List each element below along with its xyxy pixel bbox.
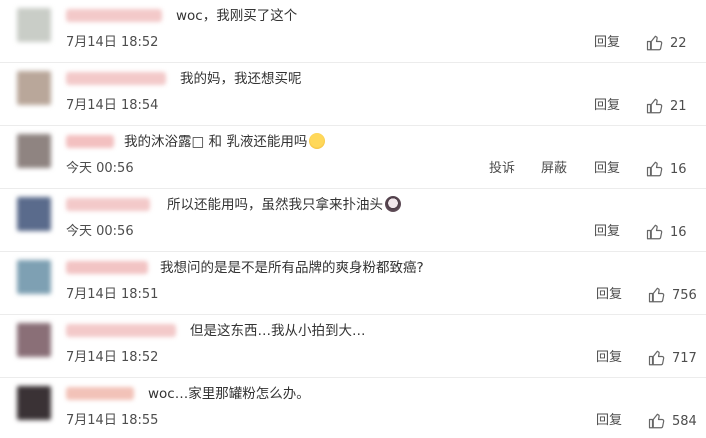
comment-item: 所以还能用吗，虽然我只拿来扑油头 今天 00:56 回复 16 xyxy=(0,189,706,252)
reply-button[interactable]: 回复 xyxy=(594,97,620,115)
like-button[interactable]: 584 xyxy=(648,410,697,432)
like-button[interactable]: 16 xyxy=(646,158,687,180)
comment-time: 7月14日 18:52 xyxy=(66,350,159,365)
reply-button[interactable]: 回复 xyxy=(594,223,620,241)
username[interactable] xyxy=(66,261,148,274)
comment-text-content: 我的沐浴露□ 和 乳液还能用吗 xyxy=(124,134,308,150)
avatar[interactable] xyxy=(17,8,51,42)
comment-item: 我的妈，我还想买呢 7月14日 18:54 回复 21 xyxy=(0,63,706,126)
thumbs-up-icon xyxy=(646,161,663,177)
avatar[interactable] xyxy=(17,134,51,168)
like-button[interactable]: 717 xyxy=(648,347,697,369)
comment-time: 7月14日 18:52 xyxy=(66,35,159,50)
reply-button[interactable]: 回复 xyxy=(594,160,620,178)
avatar[interactable] xyxy=(17,197,51,231)
reply-button[interactable]: 回复 xyxy=(594,34,620,52)
avatar[interactable] xyxy=(17,386,51,420)
thumbs-up-icon xyxy=(646,35,663,51)
comment-time: 今天 00:56 xyxy=(66,161,134,176)
comment-time: 7月14日 18:55 xyxy=(66,413,159,428)
comment-item: 我想问的是是不是所有品牌的爽身粉都致癌? 7月14日 18:51 回复 756 xyxy=(0,252,706,315)
username[interactable] xyxy=(66,72,166,85)
username[interactable] xyxy=(66,324,176,337)
like-count: 16 xyxy=(670,161,687,177)
comment-text: 我的沐浴露□ 和 乳液还能用吗 xyxy=(124,132,326,152)
comment-text: 所以还能用吗，虽然我只拿来扑油头 xyxy=(167,195,401,215)
like-count: 584 xyxy=(672,413,697,429)
like-button[interactable]: 16 xyxy=(646,221,687,243)
like-count: 16 xyxy=(670,224,687,240)
comment-text: 我的妈，我还想买呢 xyxy=(180,71,302,87)
reply-button[interactable]: 回复 xyxy=(596,286,622,304)
comment-time: 7月14日 18:54 xyxy=(66,98,159,113)
like-count: 22 xyxy=(670,35,687,51)
comment-item: 我的沐浴露□ 和 乳液还能用吗 今天 00:56 投诉 屏蔽 回复 16 xyxy=(0,126,706,189)
username[interactable] xyxy=(66,387,134,400)
comment-text: woc，我刚买了这个 xyxy=(176,8,298,24)
crying-face-emoji xyxy=(385,196,401,212)
comment-item: woc，我刚买了这个 7月14日 18:52 回复 22 xyxy=(0,0,706,63)
comment-text-content: 所以还能用吗，虽然我只拿来扑油头 xyxy=(167,197,383,213)
sweat-smile-emoji xyxy=(309,133,326,149)
reply-button[interactable]: 回复 xyxy=(596,412,622,430)
like-button[interactable]: 756 xyxy=(648,284,697,306)
like-button[interactable]: 22 xyxy=(646,32,687,54)
like-button[interactable]: 21 xyxy=(646,95,687,117)
comment-time: 7月14日 18:51 xyxy=(66,287,159,302)
reply-button[interactable]: 回复 xyxy=(596,349,622,367)
avatar[interactable] xyxy=(17,260,51,294)
report-button[interactable]: 投诉 xyxy=(489,160,515,178)
comment-item: 但是这东西…我从小拍到大… 7月14日 18:52 回复 717 xyxy=(0,315,706,378)
comment-item: woc…家里那罐粉怎么办。 7月14日 18:55 回复 584 xyxy=(0,378,706,438)
block-button[interactable]: 屏蔽 xyxy=(541,160,567,178)
thumbs-up-icon xyxy=(648,413,665,429)
comment-text: 但是这东西…我从小拍到大… xyxy=(190,323,366,339)
comment-text: woc…家里那罐粉怎么办。 xyxy=(148,386,310,402)
avatar[interactable] xyxy=(17,323,51,357)
like-count: 21 xyxy=(670,98,687,114)
avatar[interactable] xyxy=(17,71,51,105)
username[interactable] xyxy=(66,198,150,211)
like-count: 756 xyxy=(672,287,697,303)
like-count: 717 xyxy=(672,350,697,366)
comment-text: 我想问的是是不是所有品牌的爽身粉都致癌? xyxy=(160,260,424,276)
comment-list: woc，我刚买了这个 7月14日 18:52 回复 22 我的妈，我还想买呢 7… xyxy=(0,0,706,438)
username[interactable] xyxy=(66,9,162,22)
thumbs-up-icon xyxy=(648,287,665,303)
thumbs-up-icon xyxy=(648,350,665,366)
thumbs-up-icon xyxy=(646,98,663,114)
username[interactable] xyxy=(66,135,114,148)
comment-time: 今天 00:56 xyxy=(66,224,134,239)
thumbs-up-icon xyxy=(646,224,663,240)
